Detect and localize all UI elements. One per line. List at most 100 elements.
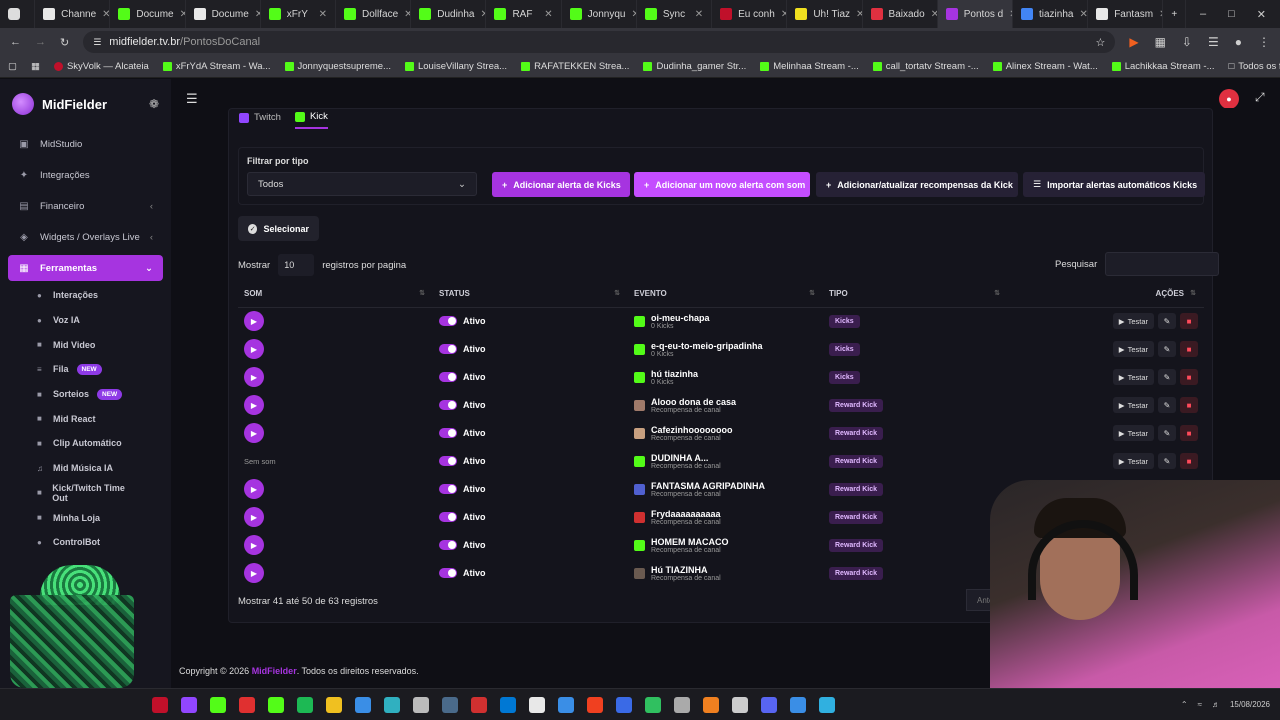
close-icon[interactable]: ✕	[102, 9, 109, 20]
forward-icon[interactable]: →	[35, 36, 46, 48]
taskbar-app-icon[interactable]	[268, 696, 284, 713]
play-icon[interactable]: ▶	[244, 563, 264, 583]
extension-icon[interactable]: ▶	[1129, 35, 1138, 49]
status-toggle[interactable]	[439, 484, 457, 494]
taskbar-app-icon[interactable]	[326, 696, 342, 713]
status-toggle[interactable]	[439, 316, 457, 327]
trash-icon[interactable]: ■	[1180, 369, 1198, 385]
bookmark-item[interactable]: call_tortatv Stream -...	[872, 61, 979, 72]
page-length-select[interactable]: 10	[278, 254, 315, 276]
status-toggle[interactable]	[439, 372, 457, 382]
bookmark-item[interactable]: Jonnyquestsupreme...	[284, 61, 391, 72]
sidebar-subitem-mid-m-sica-ia[interactable]: ♫ Mid Música IA	[0, 456, 171, 481]
column-header-acoes[interactable]: AÇÕES ⇅	[1008, 281, 1204, 308]
play-icon[interactable]: ▶	[244, 507, 264, 527]
profile-icon[interactable]	[0, 0, 36, 28]
browser-tab[interactable]: Docume✕	[110, 0, 186, 28]
play-icon[interactable]: ▶	[244, 423, 264, 443]
sidebar-subitem-controlbot[interactable]: ● ControlBot	[0, 530, 171, 555]
trash-icon[interactable]: ■	[1180, 453, 1198, 469]
minimize-icon[interactable]: –	[1200, 8, 1206, 21]
back-icon[interactable]: ←	[10, 36, 21, 48]
site-info-icon[interactable]: ☰	[93, 37, 101, 48]
taskbar-app-icon[interactable]	[616, 696, 632, 713]
column-header-som[interactable]: SOM ⇅	[238, 281, 433, 308]
sidebar-subitem-kick-twitch-time-out[interactable]: ■ Kick/Twitch Time Out	[0, 481, 171, 506]
sidebar-item-midstudio[interactable]: ▣ MidStudio	[0, 129, 171, 160]
taskbar-app-icon[interactable]	[471, 696, 487, 713]
taskbar-app-icon[interactable]	[587, 696, 603, 713]
taskbar-app-icon[interactable]	[500, 696, 516, 713]
test-button[interactable]: ▶Testar	[1112, 341, 1154, 357]
column-header-tipo[interactable]: TIPO ⇅	[823, 281, 1008, 308]
taskbar-app-icon[interactable]	[355, 696, 371, 713]
trash-icon[interactable]: ■	[1180, 397, 1198, 413]
notification-icon[interactable]: ●	[1219, 89, 1239, 109]
sidebar-subitem-voz-ia[interactable]: ● Voz IA	[0, 308, 171, 333]
status-toggle[interactable]	[439, 568, 457, 578]
bookmark-item[interactable]: LouiseVillany Strea...	[404, 61, 507, 72]
sidebar-subitem-clip-autom-tico[interactable]: ■ Clip Automático	[0, 431, 171, 456]
sidebar-subitem-mid-react[interactable]: ■ Mid React	[0, 406, 171, 431]
browser-tab[interactable]: Jonnyqu✕	[562, 0, 637, 28]
close-icon[interactable]: ✕	[931, 9, 937, 20]
bookmark-item[interactable]: Melinhaa Stream -...	[760, 61, 859, 72]
new-tab-button[interactable]: +	[1163, 0, 1186, 28]
select-button[interactable]: ✓ Selecionar	[238, 216, 319, 241]
edit-icon[interactable]: ✎	[1158, 369, 1176, 385]
download-icon[interactable]: ⇩	[1182, 35, 1192, 49]
taskbar-app-icon[interactable]	[732, 696, 748, 713]
close-icon[interactable]: ✕	[404, 9, 410, 20]
brand[interactable]: MidFielder ❁	[0, 79, 171, 129]
close-icon[interactable]: ✕	[695, 9, 703, 20]
taskbar-app-icon[interactable]	[413, 696, 429, 713]
apps-icon[interactable]: ▦	[31, 61, 40, 72]
edit-icon[interactable]: ✎	[1158, 313, 1176, 330]
media-icon[interactable]: ☰	[1208, 35, 1219, 49]
test-button[interactable]: ▶Testar	[1112, 313, 1154, 330]
taskbar-app-icon[interactable]	[210, 696, 226, 713]
search-input[interactable]	[1105, 252, 1220, 276]
taskbar-app-icon[interactable]	[674, 696, 690, 713]
edit-icon[interactable]: ✎	[1158, 341, 1176, 357]
status-toggle[interactable]	[439, 456, 457, 466]
taskbar-app-icon[interactable]	[761, 696, 777, 713]
browser-tab[interactable]: Uh! Tiaz✕	[787, 0, 863, 28]
edit-icon[interactable]: ✎	[1158, 453, 1176, 469]
browser-tab[interactable]: Fantasm✕	[1088, 0, 1164, 28]
status-toggle[interactable]	[439, 512, 457, 522]
play-icon[interactable]: ▶	[244, 535, 264, 555]
status-toggle[interactable]	[439, 400, 457, 410]
test-button[interactable]: ▶Testar	[1112, 369, 1154, 385]
browser-tab[interactable]: Channe ✕	[35, 0, 111, 28]
test-button[interactable]: ▶Testar	[1112, 425, 1154, 441]
sidebar-item-ferramentas[interactable]: ▦ Ferramentas ⌄	[8, 255, 163, 281]
sidebar-subitem-minha-loja[interactable]: ■ Minha Loja	[0, 505, 171, 530]
play-icon[interactable]: ▶	[244, 339, 264, 359]
taskbar-app-icon[interactable]	[819, 696, 835, 713]
trash-icon[interactable]: ■	[1180, 313, 1198, 330]
settings-icon[interactable]: ❁	[149, 97, 159, 111]
bookmark-item[interactable]: Dudinha_gamer Str...	[643, 61, 746, 72]
sidebar-item-widgets-overlays-live[interactable]: ◈ Widgets / Overlays Live ‹	[0, 222, 171, 253]
trash-icon[interactable]: ■	[1180, 425, 1198, 441]
bookmark-item[interactable]: Alinex Stream - Wat...	[992, 61, 1098, 72]
puzzle-icon[interactable]: ▦	[1155, 35, 1166, 49]
sidebar-item-integra-es[interactable]: ✦ Integrações	[0, 160, 171, 191]
url-field[interactable]: ☰ midfielder.tv.br/PontosDoCanal ☆	[83, 31, 1116, 53]
taskbar-app-icon[interactable]	[645, 696, 661, 713]
close-icon[interactable]: ✕	[1079, 9, 1087, 20]
import-alerts-button[interactable]: ☰ Importar alertas automáticos Kicks	[1023, 172, 1205, 197]
play-icon[interactable]: ▶	[244, 479, 264, 499]
taskbar-app-icon[interactable]	[703, 696, 719, 713]
menu-icon[interactable]: ⋮	[1258, 35, 1270, 49]
taskbar-app-icon[interactable]	[152, 696, 168, 713]
tab-kick[interactable]: Kick	[294, 111, 328, 129]
sidebar-item-financeiro[interactable]: ▤ Financeiro ‹	[0, 191, 171, 222]
browser-tab[interactable]: RAF ✕	[486, 0, 562, 28]
bookmark-item[interactable]: Lachikkaa Stream -...	[1111, 61, 1215, 72]
update-rewards-button[interactable]: + Adicionar/atualizar recompensas da Kick	[816, 172, 1018, 197]
edit-icon[interactable]: ✎	[1158, 397, 1176, 413]
edit-icon[interactable]: ✎	[1158, 425, 1176, 441]
browser-tab[interactable]: Docume✕	[186, 0, 261, 28]
